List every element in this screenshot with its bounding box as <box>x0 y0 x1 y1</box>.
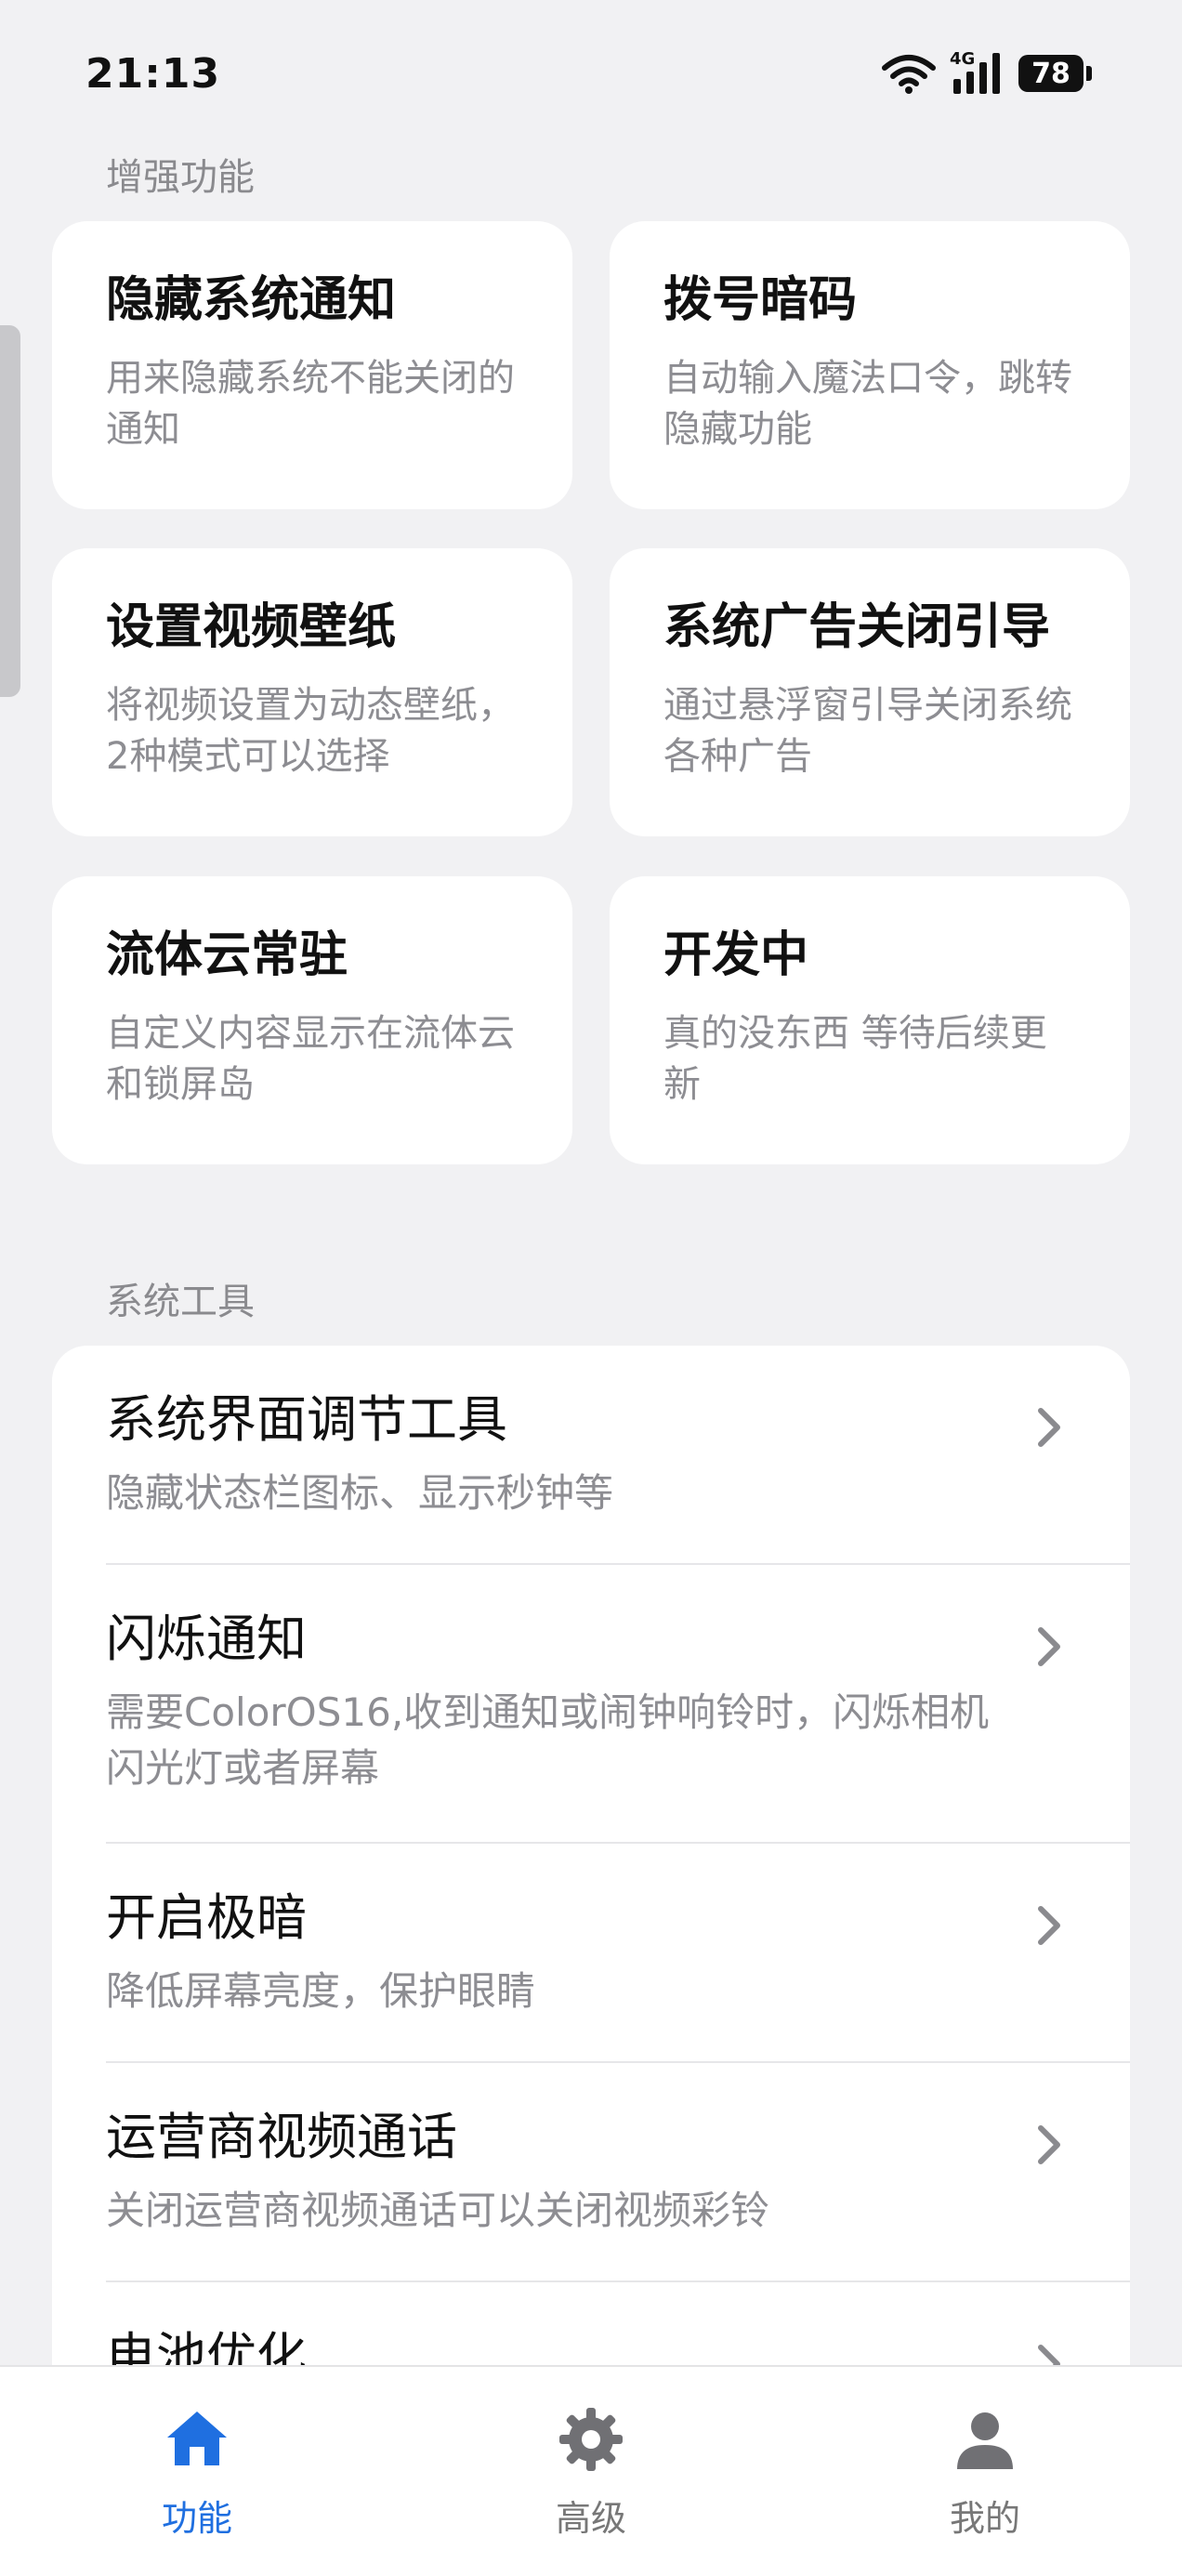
chevron-right-icon <box>1038 1627 1060 1666</box>
chevron-right-icon <box>1038 2125 1060 2164</box>
nav-label: 高级 <box>555 2498 626 2539</box>
signal-icon <box>953 53 1000 94</box>
card-title: 拨号暗码 <box>663 272 858 328</box>
card-title: 开发中 <box>663 927 809 983</box>
item-title: 系统界面调节工具 <box>106 1390 507 1449</box>
card-title: 系统广告关闭引导 <box>663 599 1051 655</box>
chevron-right-icon <box>1038 1408 1060 1447</box>
card-dial-code[interactable]: 拨号暗码 自动输入魔法口令，跳转隐藏功能 <box>610 221 1130 509</box>
item-title: 电池优化 <box>106 2327 307 2368</box>
list-item-battery-optimization[interactable]: 电池优化 <box>52 2282 1130 2368</box>
nav-tab-features[interactable]: 功能 <box>0 2367 394 2576</box>
list-item-ui-tuner[interactable]: 系统界面调节工具 隐藏状态栏图标、显示秒钟等 <box>52 1346 1130 1565</box>
battery-icon: 78 <box>1018 55 1092 92</box>
gear-icon <box>559 2408 623 2471</box>
side-drag-handle[interactable] <box>0 325 20 697</box>
item-desc: 需要ColorOS16,收到通知或闹钟响铃时，闪烁相机闪光灯或者屏幕 <box>106 1689 990 1791</box>
card-ad-close-guide[interactable]: 系统广告关闭引导 通过悬浮窗引导关闭系统各种广告 <box>610 548 1130 836</box>
list-item-flash-notification[interactable]: 闪烁通知 需要ColorOS16,收到通知或闹钟响铃时，闪烁相机闪光灯或者屏幕 <box>52 1565 1130 1844</box>
card-title: 设置视频壁纸 <box>106 599 397 655</box>
item-desc: 降低屏幕亮度，保护眼睛 <box>106 1967 536 2014</box>
item-desc: 隐藏状态栏图标、显示秒钟等 <box>106 1469 614 1516</box>
status-icons: 4G 78 <box>881 50 1092 97</box>
list-item-extra-dim[interactable]: 开启极暗 降低屏幕亮度，保护眼睛 <box>52 1844 1130 2063</box>
wifi-icon <box>882 55 936 94</box>
section-title-system-tools: 系统工具 <box>106 1281 255 1323</box>
section-title-enhanced: 增强功能 <box>106 156 255 199</box>
list-item-carrier-video-call[interactable]: 运营商视频通话 关闭运营商视频通话可以关闭视频彩铃 <box>52 2063 1130 2282</box>
nav-label: 我的 <box>949 2498 1020 2539</box>
card-desc: 用来隐藏系统不能关闭的通知 <box>106 357 515 452</box>
home-icon <box>167 2412 227 2465</box>
card-fluid-cloud[interactable]: 流体云常驻 自定义内容显示在流体云和锁屏岛 <box>52 876 572 1164</box>
item-title: 闪烁通知 <box>106 1610 307 1668</box>
nav-tab-profile[interactable]: 我的 <box>788 2367 1182 2576</box>
clock: 21:13 <box>85 50 221 98</box>
person-icon <box>957 2412 1013 2469</box>
card-title: 隐藏系统通知 <box>106 272 397 328</box>
system-tools-list: 系统界面调节工具 隐藏状态栏图标、显示秒钟等 闪烁通知 需要ColorOS16,… <box>52 1346 1130 2368</box>
card-hide-system-notification[interactable]: 隐藏系统通知 用来隐藏系统不能关闭的通知 <box>52 221 572 509</box>
card-desc: 将视频设置为动态壁纸，2种模式可以选择 <box>106 684 515 779</box>
status-bar: 21:13 4G 78 <box>0 0 1182 139</box>
cellular-signal: 4G <box>950 51 1005 96</box>
card-title: 流体云常驻 <box>106 927 348 983</box>
card-video-wallpaper[interactable]: 设置视频壁纸 将视频设置为动态壁纸，2种模式可以选择 <box>52 548 572 836</box>
nav-tab-advanced[interactable]: 高级 <box>394 2367 788 2576</box>
item-title: 开启极暗 <box>106 1888 307 1947</box>
card-in-development[interactable]: 开发中 真的没东西 等待后续更新 <box>610 876 1130 1164</box>
item-desc: 关闭运营商视频通话可以关闭视频彩铃 <box>106 2187 770 2233</box>
item-title: 运营商视频通话 <box>106 2108 457 2166</box>
bottom-nav: 功能 高级 我的 <box>0 2365 1182 2576</box>
card-desc: 通过悬浮窗引导关闭系统各种广告 <box>663 684 1072 779</box>
nav-label: 功能 <box>161 2498 232 2539</box>
chevron-right-icon <box>1038 2345 1060 2368</box>
card-desc: 真的没东西 等待后续更新 <box>663 1012 1047 1107</box>
chevron-right-icon <box>1038 1906 1060 1945</box>
card-desc: 自动输入魔法口令，跳转隐藏功能 <box>663 357 1072 452</box>
card-desc: 自定义内容显示在流体云和锁屏岛 <box>106 1012 515 1107</box>
